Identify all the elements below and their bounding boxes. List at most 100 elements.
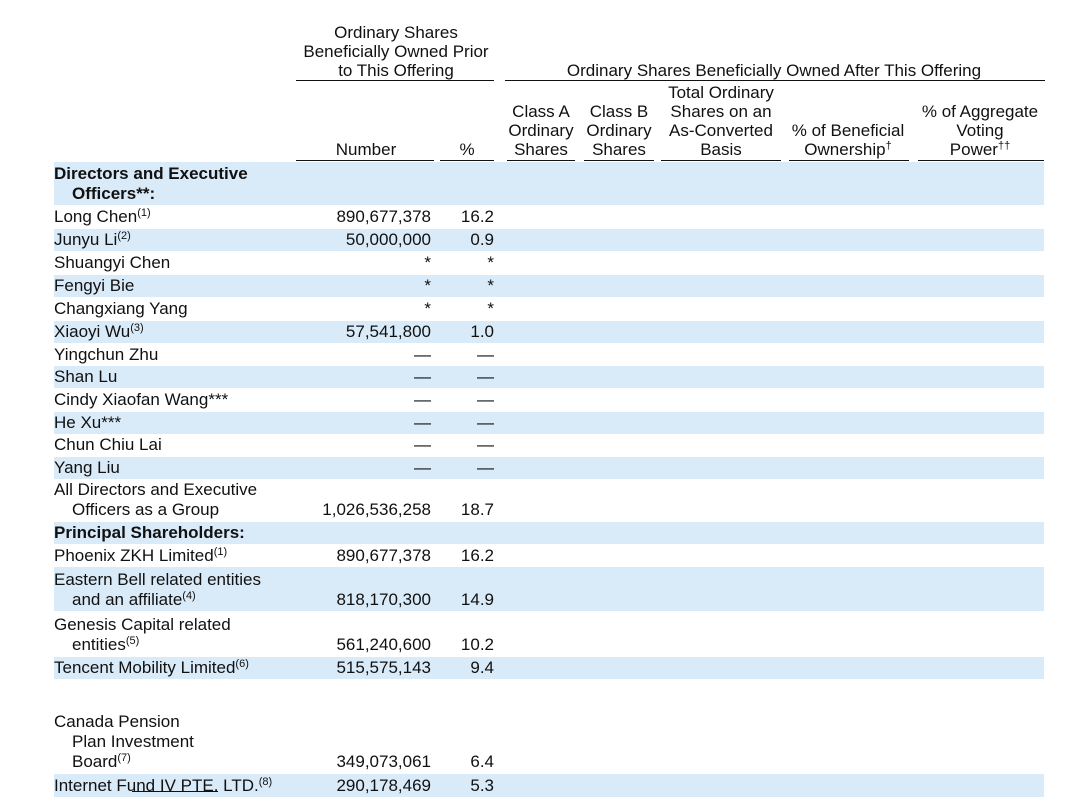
header-prior-underline xyxy=(296,80,494,81)
shares-percent-cell: — xyxy=(477,458,494,477)
shares-percent-cell: 9.4 xyxy=(470,658,494,677)
holder-name: Officers**: xyxy=(72,184,156,203)
row-band xyxy=(54,412,1044,434)
ownership-table: Ordinary Shares Beneficially Owned Prior… xyxy=(0,0,1080,800)
shares-number-cell: — xyxy=(414,390,431,409)
col-class-a-line-1: Class A xyxy=(512,102,570,121)
holder-name: Directors and Executive xyxy=(54,164,248,183)
shares-percent-cell: 10.2 xyxy=(460,635,494,654)
col-voting-line-2: Voting xyxy=(956,121,1004,140)
holder-name: and an affiliate(4) xyxy=(72,590,196,609)
row-band xyxy=(54,457,1044,479)
shares-number-cell: 561,240,600 xyxy=(336,635,431,654)
col-pct-header: % xyxy=(459,140,475,159)
header-after-group: Ordinary Shares Beneficially Owned After… xyxy=(566,61,982,80)
holder-name: Board(7) xyxy=(72,752,131,771)
shares-percent-cell: * xyxy=(487,299,494,318)
col-total-underline xyxy=(661,160,781,161)
row-band xyxy=(54,366,1044,388)
footnote-ref: (8) xyxy=(258,776,273,788)
col-class-a-line-3: Shares xyxy=(514,140,568,159)
holder-name: Phoenix ZKH Limited(1) xyxy=(54,546,228,565)
holder-name: Cindy Xiaofan Wang*** xyxy=(54,390,229,409)
row-band xyxy=(54,275,1044,297)
holder-name: Canada Pension xyxy=(54,712,180,731)
holder-name: Fengyi Bie xyxy=(54,276,135,295)
holder-name: Junyu Li(2) xyxy=(54,230,131,249)
shares-number-cell: 57,541,800 xyxy=(345,322,431,341)
col-voting-line-1: % of Aggregate xyxy=(921,102,1039,121)
holder-name: Eastern Bell related entities xyxy=(54,570,261,589)
shares-number-cell: 890,677,378 xyxy=(336,207,431,226)
col-beneficial-line-1: % of Beneficial xyxy=(791,121,905,140)
col-beneficial-line-2: Ownership† xyxy=(786,140,910,159)
shares-percent-cell: 1.0 xyxy=(470,322,494,341)
col-voting-underline xyxy=(918,160,1044,161)
col-pct-underline xyxy=(440,160,494,161)
header-prior-line-2: Beneficially Owned Prior xyxy=(303,42,489,61)
shares-number-cell: 50,000,000 xyxy=(345,230,431,249)
col-total-line-4: Basis xyxy=(700,140,742,159)
header-prior-line-1: Ordinary Shares xyxy=(334,23,458,42)
holder-name: Yang Liu xyxy=(54,458,120,477)
shares-number-cell: * xyxy=(424,253,431,272)
holder-name: Shuangyi Chen xyxy=(54,253,171,272)
footnote-ref: (5) xyxy=(125,635,140,647)
holder-name: Tencent Mobility Limited(6) xyxy=(54,658,249,677)
holder-name: Chun Chiu Lai xyxy=(54,435,162,454)
shares-number-cell: 818,170,300 xyxy=(336,590,431,609)
col-voting-label: Power xyxy=(949,140,998,159)
shares-number-cell: — xyxy=(414,435,431,454)
shares-number-cell: 290,178,469 xyxy=(336,776,431,795)
header-after-underline xyxy=(505,80,1045,81)
holder-name: Changxiang Yang xyxy=(54,299,188,318)
shares-percent-cell: 16.2 xyxy=(460,546,494,565)
col-voting-footnote-mark: †† xyxy=(997,140,1011,152)
holder-name: Yingchun Zhu xyxy=(54,345,159,364)
shares-number-cell: * xyxy=(424,276,431,295)
col-total-line-1: Total Ordinary xyxy=(668,83,774,102)
col-voting-line-3: Power†† xyxy=(916,140,1044,159)
header-prior-line-3: to This Offering xyxy=(338,61,454,80)
shares-number-cell: — xyxy=(414,367,431,386)
col-class-b-line-2: Ordinary xyxy=(586,121,652,140)
holder-name: Principal Shareholders: xyxy=(54,523,245,542)
footnote-ref: (2) xyxy=(117,230,131,242)
shares-percent-cell: — xyxy=(477,390,494,409)
holder-name: Plan Investment xyxy=(72,732,194,751)
col-total-line-3: As-Converted xyxy=(669,121,773,140)
holder-name: Internet Fund IV PTE. LTD.(8) xyxy=(54,776,273,795)
shares-percent-cell: 16.2 xyxy=(460,207,494,226)
shares-percent-cell: 6.4 xyxy=(470,752,494,771)
holder-name: Long Chen(1) xyxy=(54,207,151,226)
col-number-underline xyxy=(296,160,434,161)
holder-name: Xiaoyi Wu(3) xyxy=(54,322,144,341)
shares-number-cell: — xyxy=(414,345,431,364)
col-beneficial-footnote-mark: † xyxy=(885,140,892,152)
shares-number-cell: 1,026,536,258 xyxy=(322,500,431,519)
col-class-a-line-2: Ordinary xyxy=(508,121,574,140)
footnote-ref: (4) xyxy=(182,590,196,602)
shares-percent-cell: — xyxy=(477,435,494,454)
shares-number-cell: 515,575,143 xyxy=(336,658,431,677)
shares-number-cell: 349,073,061 xyxy=(336,752,431,771)
footnote-ref: (1) xyxy=(137,207,151,219)
holder-name: entities(5) xyxy=(72,635,140,654)
shares-percent-cell: — xyxy=(477,367,494,386)
shares-percent-cell: * xyxy=(487,253,494,272)
shares-percent-cell: — xyxy=(477,345,494,364)
shares-percent-cell: 0.9 xyxy=(470,230,494,249)
shares-percent-cell: 5.3 xyxy=(470,776,494,795)
col-beneficial-label: Ownership xyxy=(804,140,886,159)
holder-name: Shan Lu xyxy=(54,367,118,386)
col-class-b-underline xyxy=(584,160,654,161)
col-total-line-2: Shares on an xyxy=(670,102,772,121)
holder-name: Officers as a Group xyxy=(72,500,220,519)
shares-percent-cell: 14.9 xyxy=(460,590,494,609)
col-class-b-line-3: Shares xyxy=(592,140,646,159)
shares-number-cell: — xyxy=(414,413,431,432)
row-band xyxy=(54,229,1044,251)
col-beneficial-underline xyxy=(789,160,909,161)
footnote-ref: (6) xyxy=(235,658,249,670)
shares-number-cell: — xyxy=(414,458,431,477)
